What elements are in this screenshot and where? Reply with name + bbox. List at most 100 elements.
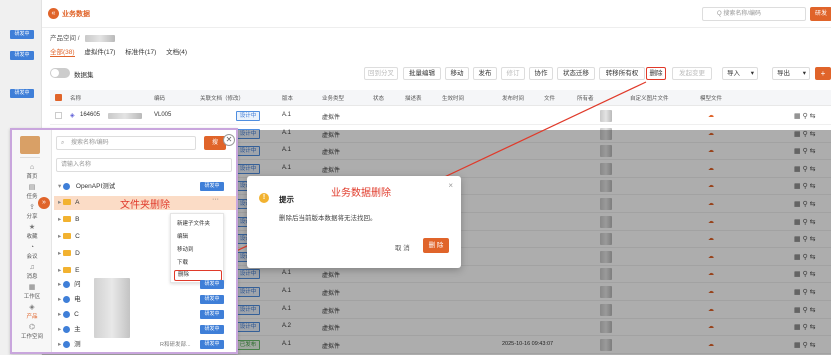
blurred-text: [85, 34, 116, 42]
blurred-text: [108, 113, 142, 119]
export-button[interactable]: 导出 ▾: [772, 67, 810, 80]
folder-label: B: [75, 216, 80, 223]
nav-label: 分享: [26, 214, 38, 220]
transfer-ownership-button[interactable]: 转移所有权: [599, 67, 645, 80]
batch-edit-button[interactable]: 批量编辑: [403, 67, 441, 80]
folder-label: E: [75, 267, 80, 274]
close-icon[interactable]: ×: [448, 181, 453, 190]
status-badge: 研发中: [10, 30, 34, 39]
row-action-icons[interactable]: ▦ ⚲ ⇆: [794, 112, 816, 120]
collaborate-button[interactable]: 协作: [529, 67, 553, 80]
nav-item[interactable]: ⌬ 工作空间: [12, 324, 52, 340]
cancel-button[interactable]: 取 消: [395, 242, 410, 252]
back-icon[interactable]: «: [48, 8, 59, 19]
table-row[interactable]: ◈ 164605 VL005 A.1 虚拟件 设计中 ☁ ▦ ⚲ ⇆: [50, 107, 831, 125]
nav-item[interactable]: ⌂ 首页: [12, 164, 52, 180]
nav-label: 工作区: [23, 294, 41, 300]
col-file[interactable]: 文件: [544, 94, 555, 102]
row-checkbox[interactable]: [55, 112, 62, 119]
nav-label: 工作空间: [20, 334, 43, 340]
row-code: VL005: [154, 112, 172, 118]
search-input[interactable]: Q 搜索名称/编码: [702, 7, 806, 21]
folder-icon: [63, 250, 72, 257]
nav-item[interactable]: ▦ 工作区: [12, 284, 52, 300]
col-name[interactable]: 名称: [70, 94, 81, 102]
avatar[interactable]: [20, 136, 40, 154]
folder-label: A: [75, 199, 80, 206]
product-icon: [63, 340, 71, 348]
expand-panel-icon[interactable]: »: [38, 197, 50, 209]
nav-label: 任务: [26, 194, 38, 200]
move-button[interactable]: 移动: [445, 67, 469, 80]
publish-button[interactable]: 发布: [473, 67, 497, 80]
more-icon[interactable]: ···: [212, 196, 219, 203]
close-icon[interactable]: ✕: [223, 134, 235, 146]
col-code[interactable]: 编码: [154, 94, 165, 102]
product-icon: [63, 280, 71, 288]
tree-item-label: C: [74, 311, 79, 318]
panel-search-input[interactable]: ⌕ 搜索名称/编码: [56, 136, 196, 150]
confirm-dialog: 业务数据删除 × ! 提示 删除后当前版本数据将无法找回。 取 消 删 除: [247, 176, 461, 268]
export-label: 导出: [777, 70, 790, 77]
menu-item-new-subfolder[interactable]: 新建子文件夹: [177, 219, 210, 227]
menu-item-move-to[interactable]: 移动到: [177, 245, 194, 253]
tab-standard[interactable]: 标准件(17): [125, 49, 156, 56]
folder-label: C: [75, 233, 80, 240]
col-owner[interactable]: 所有者: [577, 94, 594, 102]
revise-button[interactable]: 修订: [501, 67, 525, 80]
select-all-checkbox[interactable]: [55, 94, 62, 101]
product-icon: [63, 325, 71, 333]
state-transition-button[interactable]: 状态迁移: [557, 67, 595, 80]
menu-item-edit[interactable]: 编辑: [177, 232, 188, 240]
chevron-down-icon: ▾: [750, 70, 754, 77]
tab-bar: 全部(38) 虚拟件(17) 标准件(17) 文档(4): [50, 46, 187, 57]
develop-button[interactable]: 研发: [810, 7, 831, 21]
nav-label: 会议: [26, 254, 38, 260]
table-header: 名称 编码 关联文档（修改） 版本 业务类型 状态 描述表 生效时间 发布时间 …: [50, 90, 831, 106]
fork-back-button[interactable]: 回到分叉: [364, 67, 398, 80]
tab-virtual[interactable]: 虚拟件(17): [84, 49, 115, 56]
col-custom-image[interactable]: 自定义图片文件: [630, 94, 669, 102]
col-effective-time[interactable]: 生效时间: [442, 94, 464, 102]
nav-item[interactable]: ◔ 会议: [12, 244, 52, 260]
nav-label: 首页: [26, 174, 38, 180]
cloud-icon[interactable]: ☁: [708, 112, 714, 119]
col-business-type[interactable]: 业务类型: [322, 94, 344, 102]
annotation-data-delete: 业务数据删除: [331, 188, 391, 199]
folder-icon: [63, 267, 72, 274]
import-button[interactable]: 导入 ▾: [722, 67, 758, 80]
folder-name-input[interactable]: 请输入名称: [56, 158, 232, 172]
nav-icon: ⌬: [28, 324, 36, 331]
col-related-doc[interactable]: 关联文档（修改）: [200, 94, 244, 102]
folder-tree-panel: ⌂ 首页 ▤ 任务 ⇪ 分享 ★ 收藏 ◔ 会议 ♫ 消息 ▦ 工作区 ◈ 产品 ⌬ 工作空间 ⌕ 搜索名称/编码…: [10, 128, 238, 354]
tree-root-label: OpenAPI测试: [75, 183, 116, 190]
tab-document[interactable]: 文档(4): [166, 49, 187, 56]
nav-item[interactable]: ★ 收藏: [12, 224, 52, 240]
tree-item-label: 电: [74, 296, 81, 303]
initiate-change-button[interactable]: 发起变更: [672, 67, 712, 80]
import-label: 导入: [727, 70, 740, 77]
nav-item[interactable]: ◈ 产品: [12, 304, 52, 320]
tab-all[interactable]: 全部(38): [50, 49, 75, 57]
row-name[interactable]: 164605: [80, 112, 100, 118]
col-description[interactable]: 描述表: [405, 94, 422, 102]
confirm-delete-button[interactable]: 删 除: [423, 238, 449, 253]
col-release-time[interactable]: 发布时间: [502, 94, 524, 102]
col-version[interactable]: 版本: [282, 94, 293, 102]
dataset-toggle[interactable]: [50, 68, 70, 78]
row-type: 虚拟件: [322, 115, 341, 121]
nav-icon: ▤: [28, 184, 36, 191]
menu-item-download[interactable]: 下载: [177, 258, 188, 266]
nav-icon: ★: [28, 224, 36, 231]
nav-icon: ⌂: [29, 164, 35, 171]
delete-button[interactable]: 删除: [646, 67, 666, 80]
add-button[interactable]: +: [815, 67, 831, 80]
nav-item[interactable]: ♫ 消息: [12, 264, 52, 280]
status-badge: 研发中: [200, 280, 224, 289]
status-badge: 研发中: [200, 310, 224, 319]
context-menu: 新建子文件夹 编辑 移动到 下载 删除: [170, 213, 224, 283]
folder-icon: [63, 216, 72, 223]
annotation-folder-delete: 文件夹删除: [120, 200, 170, 211]
col-status[interactable]: 状态: [373, 94, 384, 102]
col-model-file[interactable]: 模型文件: [700, 94, 722, 102]
